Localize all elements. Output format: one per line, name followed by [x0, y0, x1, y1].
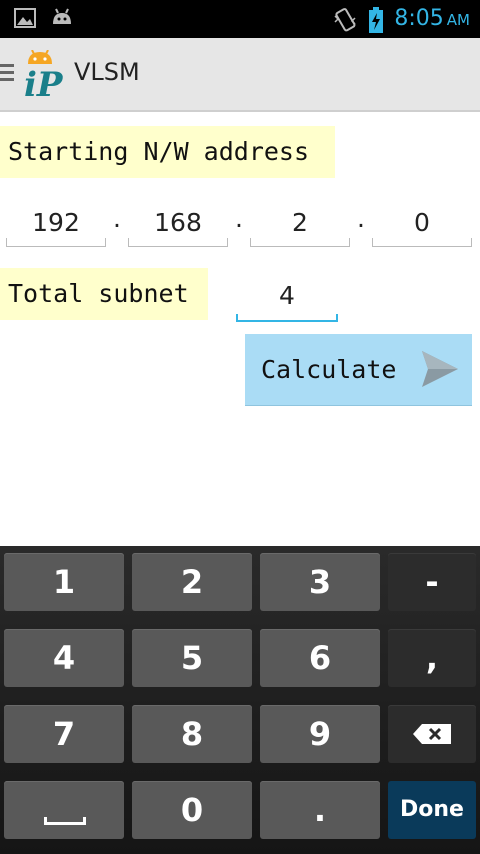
starting-address-label: Starting N/W address [0, 126, 335, 178]
clock-ampm: AM [446, 11, 470, 29]
clock: 8:05 AM [394, 5, 470, 34]
key-period[interactable]: . [260, 781, 380, 839]
calculate-button[interactable]: Calculate [245, 334, 472, 405]
backspace-icon [413, 724, 451, 744]
key-comma[interactable]: , [388, 629, 476, 687]
space-icon [44, 817, 86, 825]
total-subnet-input[interactable]: 4 [236, 272, 338, 322]
key-6[interactable]: 6 [260, 629, 380, 687]
calculate-button-label: Calculate [261, 355, 397, 384]
android-icon [53, 8, 71, 24]
octet-separator: . [235, 204, 243, 233]
key-0[interactable]: 0 [132, 781, 252, 839]
send-arrow-icon [422, 351, 458, 387]
done-key[interactable]: Done [388, 781, 476, 839]
octet-1-input[interactable]: 192 [6, 202, 106, 247]
key-9[interactable]: 9 [260, 705, 380, 763]
clock-time: 8:05 [394, 6, 444, 31]
key-minus[interactable]: - [388, 553, 476, 611]
total-subnet-label: Total subnet [0, 268, 208, 320]
key-4[interactable]: 4 [4, 629, 124, 687]
battery-charging-icon [369, 6, 384, 33]
vibrate-icon [334, 7, 356, 31]
octet-2-input[interactable]: 168 [128, 202, 228, 247]
octet-separator: . [357, 204, 365, 233]
numeric-keyboard: 1 2 3 - 4 5 6 , 7 8 9 0 . Done [0, 546, 480, 854]
app-logo-icon[interactable]: iP [22, 50, 70, 100]
key-7[interactable]: 7 [4, 705, 124, 763]
key-2[interactable]: 2 [132, 553, 252, 611]
backspace-key[interactable] [388, 705, 476, 763]
page-title: VLSM [74, 58, 140, 86]
octet-4-input[interactable]: 0 [372, 202, 472, 247]
svg-text:iP: iP [24, 65, 64, 100]
action-bar: iP VLSM [0, 38, 480, 112]
status-bar: 8:05 AM [0, 0, 480, 38]
key-1[interactable]: 1 [4, 553, 124, 611]
octet-separator: . [113, 204, 121, 233]
image-icon [14, 8, 36, 28]
key-3[interactable]: 3 [260, 553, 380, 611]
space-key[interactable] [4, 781, 124, 839]
octet-3-input[interactable]: 2 [250, 202, 350, 247]
key-5[interactable]: 5 [132, 629, 252, 687]
menu-icon[interactable] [0, 64, 14, 82]
key-8[interactable]: 8 [132, 705, 252, 763]
